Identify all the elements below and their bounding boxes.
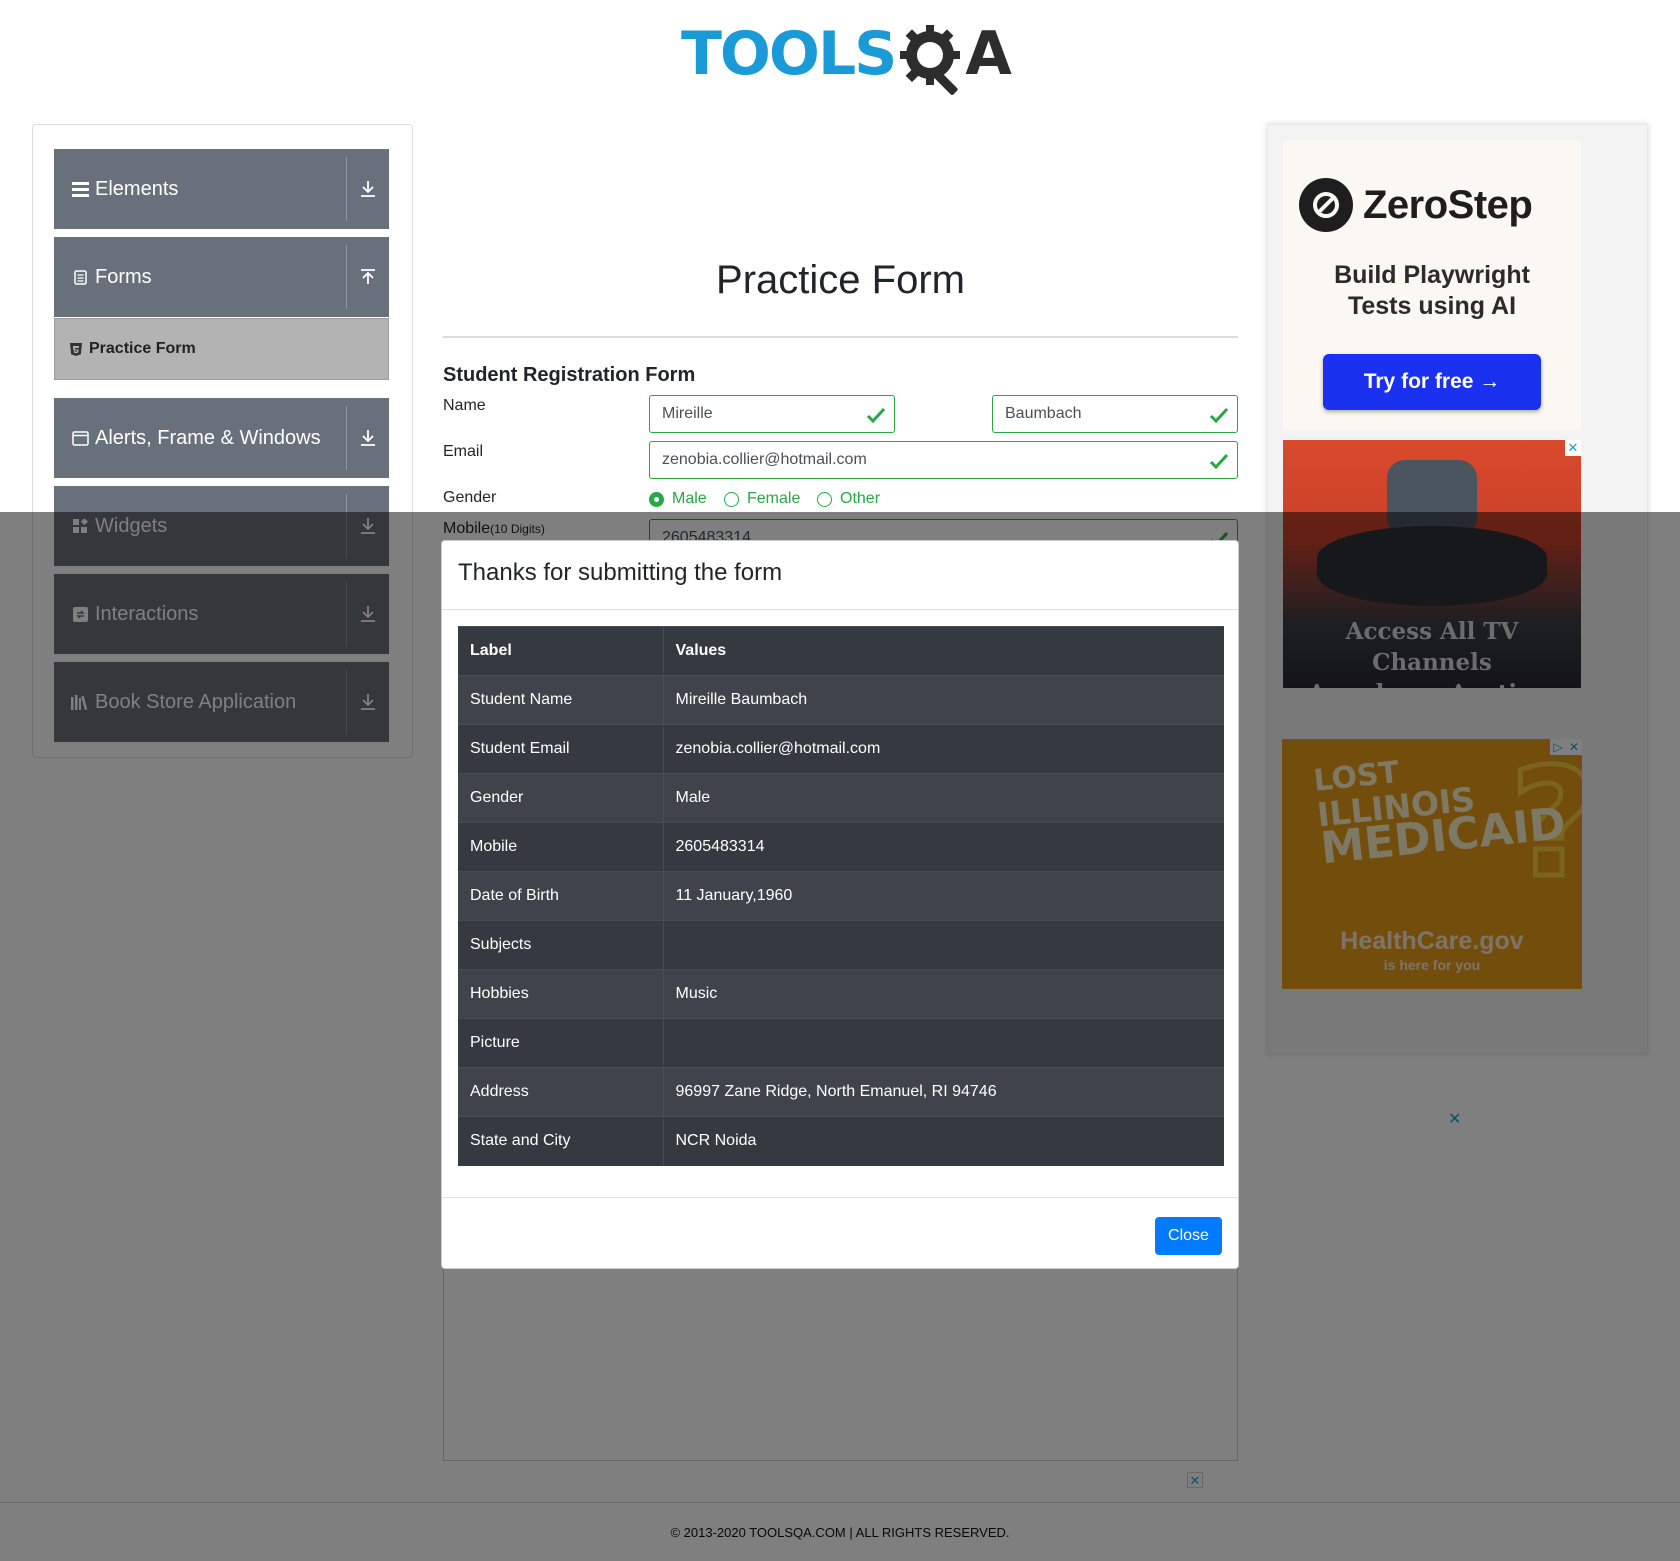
logo-text-a: A	[965, 19, 1012, 89]
row-value: zenobia.collier@hotmail.com	[663, 724, 1224, 774]
row-label: Gender	[458, 773, 664, 823]
row-label: Picture	[458, 1018, 664, 1068]
html5-icon	[69, 342, 83, 356]
table-row: Subjects	[458, 920, 1224, 970]
table-header-row: Label Values	[458, 626, 1224, 676]
gear-magnifier-icon	[897, 19, 967, 95]
close-ad-icon[interactable]: ✕	[1565, 440, 1581, 456]
row-value: 2605483314	[663, 822, 1224, 872]
tagline-line: Tests using AI	[1347, 292, 1517, 320]
name-label: Name	[443, 397, 486, 414]
first-name-input[interactable]: Mireille	[649, 395, 895, 433]
row-value	[663, 920, 1224, 970]
download-arrow-icon[interactable]	[347, 149, 389, 229]
row-value: Male	[663, 773, 1224, 823]
email-label: Email	[443, 443, 484, 460]
divider	[442, 1197, 1238, 1198]
upload-arrow-icon[interactable]	[347, 237, 389, 317]
close-button[interactable]: Close	[1155, 1217, 1222, 1255]
divider	[442, 609, 1238, 610]
table-row: Mobile 2605483314	[458, 822, 1224, 872]
radio-label: Male	[672, 490, 707, 507]
column-header: Label	[458, 626, 664, 676]
first-name-value: Mireille	[662, 405, 713, 422]
table-row: Picture	[458, 1018, 1224, 1068]
email-value: zenobia.collier@hotmail.com	[662, 451, 867, 468]
sidebar-group-label: Alerts, Frame & Windows	[95, 426, 321, 449]
gender-label: Gender	[443, 489, 497, 506]
modal-title: Thanks for submitting the form	[458, 559, 783, 586]
row-value: 11 January,1960	[663, 871, 1224, 921]
table-row: Date of Birth 11 January,1960	[458, 871, 1224, 921]
gender-radio-male[interactable]: Male	[649, 490, 707, 508]
row-label: Date of Birth	[458, 871, 664, 921]
zerostep-ad[interactable]: ZeroStep Build Playwright Tests using AI…	[1283, 140, 1581, 430]
table-row: Student Email zenobia.collier@hotmail.com	[458, 724, 1224, 774]
radio-unchecked[interactable]	[724, 491, 739, 507]
row-value: Music	[663, 969, 1224, 1019]
download-arrow-icon[interactable]	[347, 398, 389, 478]
sidebar-item-practice-form[interactable]: Practice Form	[54, 318, 389, 380]
gender-radio-female[interactable]: Female	[724, 490, 800, 508]
try-for-free-button[interactable]: Try for free →	[1323, 354, 1541, 410]
submission-table: Label Values Student Name Mireille Baumba…	[458, 626, 1224, 1166]
sidebar-item-label: Practice Form	[89, 340, 196, 357]
check-icon	[866, 407, 886, 424]
row-value: 96997 Zane Ridge, North Emanuel, RI 9474…	[663, 1067, 1224, 1117]
row-label: Hobbies	[458, 969, 664, 1019]
table-row: Student Name Mireille Baumbach	[458, 675, 1224, 725]
sidebar-group-alerts[interactable]: Alerts, Frame & Windows	[54, 398, 389, 478]
gender-radio-other[interactable]: Other	[817, 490, 880, 508]
submission-modal: Thanks for submitting the form Label Val…	[441, 540, 1239, 1269]
table-row: Gender Male	[458, 773, 1224, 823]
sidebar-group-label: Forms	[95, 265, 152, 288]
row-label: Address	[458, 1067, 664, 1117]
check-icon	[1209, 407, 1229, 424]
table-row: State and City NCR Noida	[458, 1116, 1224, 1166]
sidebar-group-forms[interactable]: Forms	[54, 237, 389, 317]
table-row: Address 96997 Zane Ridge, North Emanuel, …	[458, 1067, 1224, 1117]
zerostep-name: ZeroStep	[1363, 182, 1533, 227]
page-title: Practice Form	[716, 258, 965, 302]
row-label: Mobile	[458, 822, 664, 872]
row-value	[663, 1018, 1224, 1068]
tagline-line: Build Playwright	[1334, 261, 1530, 289]
row-label: State and City	[458, 1116, 664, 1166]
zerostep-logo: ZeroStep	[1299, 178, 1533, 232]
last-name-input[interactable]: Baumbach	[992, 395, 1238, 433]
radio-label: Other	[840, 490, 881, 507]
column-header: Values	[663, 626, 1224, 676]
sidebar-group-label: Elements	[95, 177, 179, 200]
zerostep-tagline: Build Playwright Tests using AI	[1283, 260, 1581, 322]
document-icon	[71, 268, 89, 286]
radio-unchecked[interactable]	[817, 491, 832, 507]
logo-text-tools: TOOLS	[681, 19, 897, 89]
zerostep-mark-icon	[1299, 178, 1353, 232]
hamburger-icon	[71, 180, 89, 198]
last-name-value: Baumbach	[1005, 405, 1082, 422]
row-label: Student Email	[458, 724, 664, 774]
row-value: Mireille Baumbach	[663, 675, 1224, 725]
row-value: NCR Noida	[663, 1116, 1224, 1166]
radio-checked[interactable]	[649, 491, 664, 507]
row-label: Student Name	[458, 675, 664, 725]
check-icon	[1209, 453, 1229, 470]
toolsqa-logo[interactable]: TOOLS A	[681, 14, 1012, 95]
radio-label: Female	[747, 490, 801, 507]
row-label: Subjects	[458, 920, 664, 970]
email-input[interactable]: zenobia.collier@hotmail.com	[649, 441, 1238, 479]
table-row: Hobbies Music	[458, 969, 1224, 1019]
sidebar-group-elements[interactable]: Elements	[54, 149, 389, 229]
divider	[443, 336, 1238, 338]
form-subtitle: Student Registration Form	[443, 364, 696, 386]
window-icon	[71, 429, 89, 447]
